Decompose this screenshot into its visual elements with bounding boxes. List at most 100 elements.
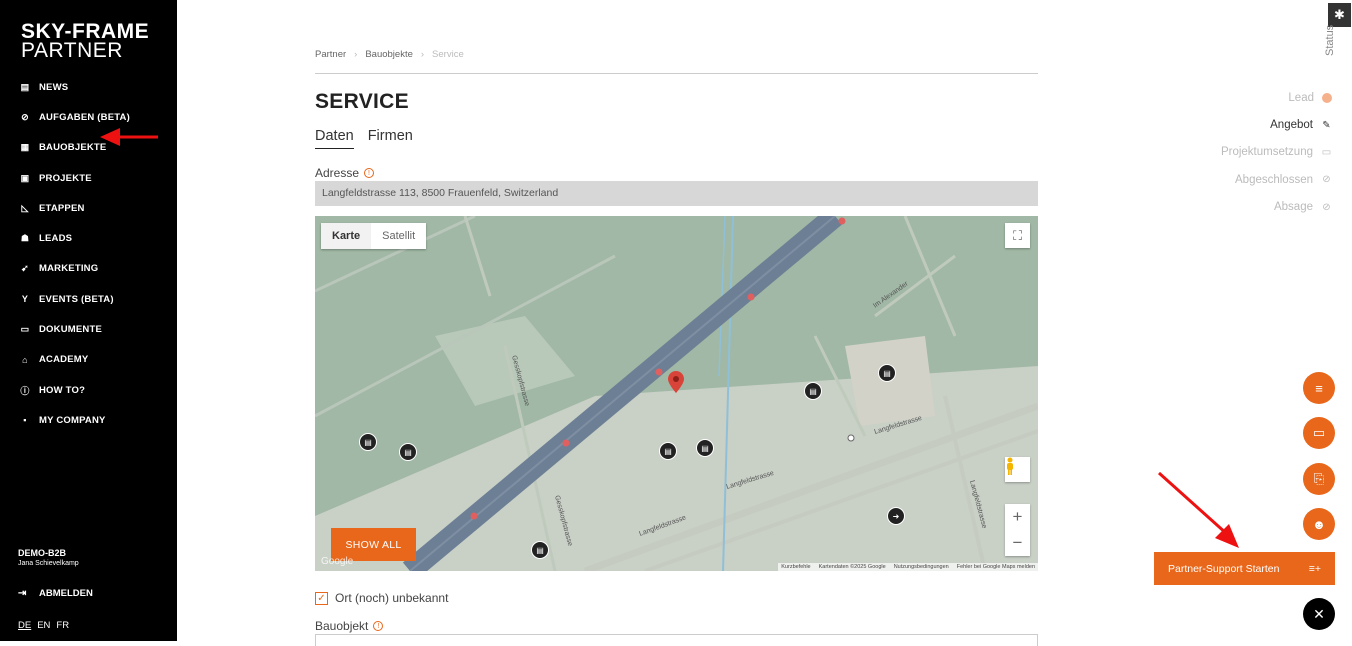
status-item-label: Lead [1288, 91, 1314, 104]
page-title: SERVICE [315, 90, 409, 113]
playlist-add-icon: ≡ [1315, 380, 1323, 396]
add-note-button[interactable]: ≡ [1303, 372, 1335, 404]
unknown-location-label: Ort (noch) unbekannt [335, 591, 449, 605]
lang-en[interactable]: EN [37, 620, 50, 631]
attribution-terms[interactable]: Nutzungsbedingungen [894, 564, 949, 570]
lang-de[interactable]: DE [18, 620, 31, 631]
sidebar-item-leads[interactable]: ☗ LEADS [18, 223, 130, 253]
document-marker-icon[interactable]: ▤ [878, 364, 896, 382]
street-view-pegman-icon[interactable] [1005, 457, 1030, 482]
briefcase-icon: ▭ [1321, 146, 1332, 158]
brand-line2: PARTNER [21, 39, 123, 62]
user-info: DEMO-B2B Jana Schievelkamp [18, 548, 79, 567]
document-marker-icon[interactable]: ▤ [399, 443, 417, 461]
add-document-button[interactable]: ⎘ [1303, 463, 1335, 495]
address-field[interactable]: Langfeldstrasse 113, 8500 Frauenfeld, Sw… [315, 181, 1038, 206]
arrow-marker-icon[interactable]: ➜ [887, 507, 905, 525]
partner-support-button[interactable]: Partner-Support Starten ≡+ [1154, 552, 1335, 585]
map[interactable]: Gesskopfstrasse Gesskopfstrasse Langfeld… [315, 216, 1038, 571]
tab-firmen[interactable]: Firmen [368, 128, 413, 149]
close-icon[interactable]: ✕ [1303, 598, 1335, 630]
building-icon: ▦ [20, 142, 30, 153]
sidebar-item-marketing[interactable]: ➹ MARKETING [18, 254, 130, 284]
sidebar: SKY-FRAME PARTNER ▤ NEWS ⊘ AUFGABEN (BETA) ▦… [0, 0, 177, 641]
sidebar-item-label: ETAPPEN [39, 202, 85, 214]
status-item-projektumsetzung[interactable]: Projektumsetzung ▭ [1221, 139, 1332, 166]
document-icon: ▭ [20, 324, 30, 335]
document-marker-icon[interactable]: ▤ [804, 382, 822, 400]
info-icon[interactable]: ! [373, 621, 384, 631]
map-type-map-button[interactable]: Karte [321, 223, 372, 249]
attribution-shortcuts[interactable]: Kurzbefehle [781, 564, 810, 570]
zoom-control: + − [1005, 504, 1030, 556]
logout-icon: ⇥ [18, 588, 27, 599]
zoom-out-button[interactable]: − [1005, 530, 1030, 556]
status-item-lead[interactable]: Lead [1221, 84, 1332, 111]
sidebar-item-academy[interactable]: ⌂ ACADEMY [18, 345, 130, 375]
annotation-arrow-support [1157, 471, 1239, 548]
breadcrumb-separator: › [420, 49, 425, 60]
sidebar-item-etappen[interactable]: ◺ ETAPPEN [18, 193, 130, 223]
breadcrumb: Partner › Bauobjekte › Service [315, 49, 464, 60]
zoom-in-button[interactable]: + [1005, 504, 1030, 530]
document-marker-icon[interactable]: ▤ [359, 433, 377, 451]
tab-daten[interactable]: Daten [315, 128, 354, 149]
unknown-location-checkbox[interactable]: ✓ [315, 591, 328, 605]
annotation-arrow-sidebar [100, 128, 158, 146]
sidebar-item-label: NEWS [39, 81, 69, 93]
map-type-satellite-button[interactable]: Satellit [371, 223, 426, 249]
document-marker-icon[interactable]: ▤ [659, 442, 677, 460]
megaphone-icon: ➹ [21, 263, 29, 274]
logout-button[interactable]: ⇥ ABMELDEN [18, 588, 93, 599]
lang-fr[interactable]: FR [56, 620, 69, 631]
sidebar-item-label: HOW TO? [39, 384, 86, 396]
check-circle-icon: ⊘ [1322, 174, 1331, 186]
breadcrumb-partner[interactable]: Partner [315, 49, 346, 60]
sidebar-item-my-company[interactable]: ▪ MY COMPANY [18, 405, 130, 435]
playlist-add-icon: ≡+ [1308, 562, 1321, 575]
sidebar-item-events-beta[interactable]: Y EVENTS (BETA) [18, 284, 130, 314]
contact-button[interactable]: ☻ [1303, 508, 1335, 540]
newspaper-icon: ▤ [20, 81, 30, 92]
sidebar-item-projekte[interactable]: ▣ PROJEKTE [18, 163, 130, 193]
status-list: Lead Angebot ✎ Projektumsetzung ▭ Abgeschloss… [1221, 84, 1332, 221]
info-icon: ⓘ [20, 385, 30, 396]
attribution-report[interactable]: Fehler bei Google Maps melden [957, 564, 1035, 570]
info-icon[interactable]: ! [364, 168, 375, 178]
fullscreen-icon[interactable]: ⛶ [1005, 223, 1030, 248]
people-icon: ☗ [20, 233, 30, 244]
status-item-label: Abgeschlossen [1235, 173, 1313, 186]
document-marker-icon[interactable]: ▤ [696, 439, 714, 457]
status-item-abgeschlossen[interactable]: Abgeschlossen ⊘ [1221, 166, 1332, 193]
status-item-angebot[interactable]: Angebot ✎ [1221, 111, 1332, 138]
document-marker-icon[interactable]: ▤ [531, 541, 549, 559]
academy-icon: ⌂ [22, 354, 28, 365]
stairs-icon: ◺ [21, 202, 29, 213]
breadcrumb-current: Service [432, 49, 464, 60]
map-attribution: Kurzbefehle Kartendaten ©2025 Google Nut… [778, 563, 1038, 571]
file-add-icon: ⎘ [1313, 471, 1325, 486]
sidebar-item-label: PROJEKTE [39, 172, 92, 184]
divider [315, 73, 1038, 74]
chat-button[interactable]: ▭ [1303, 417, 1335, 449]
logout-label: ABMELDEN [39, 588, 93, 599]
user-org: DEMO-B2B [18, 548, 67, 558]
bauobjekt-label-row: Bauobjekt ! [315, 619, 384, 633]
sidebar-item-label: ACADEMY [39, 354, 89, 366]
breadcrumb-separator: › [354, 49, 358, 60]
map-canvas[interactable]: Gesskopfstrasse Gesskopfstrasse Langfeld… [315, 216, 1038, 571]
sidebar-item-news[interactable]: ▤ NEWS [18, 72, 130, 102]
bauobjekt-field[interactable] [315, 634, 1038, 646]
brand-logo[interactable]: SKY-FRAME PARTNER [21, 21, 149, 62]
breadcrumb-bauobjekte[interactable]: Bauobjekte [365, 49, 413, 60]
status-item-label: Angebot [1270, 119, 1313, 132]
sidebar-item-dokumente[interactable]: ▭ DOKUMENTE [18, 314, 130, 344]
sidebar-item-how-to[interactable]: ⓘ HOW TO? [18, 375, 130, 405]
status-item-absage[interactable]: Absage ⊘ [1221, 194, 1332, 221]
hubspot-icon[interactable]: ✱ [1328, 3, 1351, 27]
document-edit-icon: ✎ [1322, 119, 1331, 131]
location-pin-icon[interactable] [668, 371, 684, 393]
chat-icon: ▭ [1312, 425, 1326, 440]
sidebar-item-label: EVENTS (BETA) [39, 293, 114, 305]
sidebar-item-label: LEADS [39, 233, 73, 245]
